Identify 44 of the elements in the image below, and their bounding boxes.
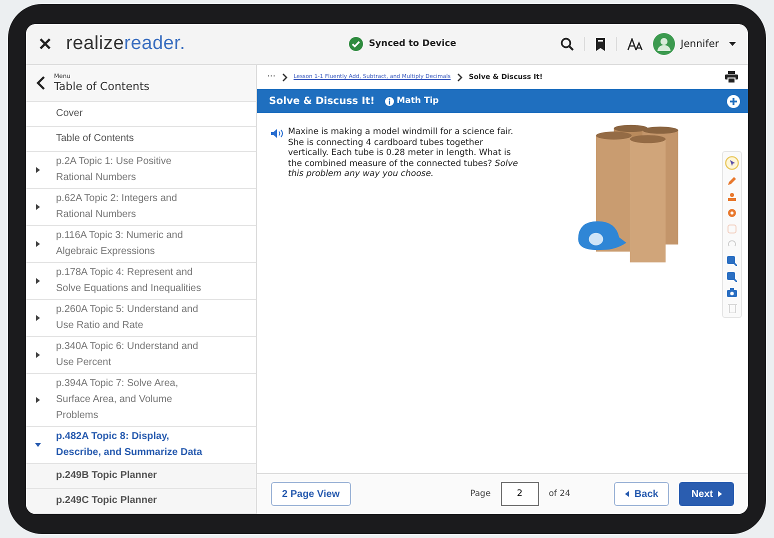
bookmark-icon[interactable] [594, 38, 606, 50]
banner-title: Solve & Discuss It! [269, 96, 375, 106]
expand-arrow-icon[interactable] [35, 397, 41, 403]
user-menu[interactable]: Jennifer [680, 38, 719, 50]
search-icon[interactable] [560, 37, 574, 51]
expand-arrow-icon[interactable] [35, 278, 41, 284]
toc-item[interactable]: p.249C Topic Planner [50, 489, 256, 513]
close-button[interactable]: ✕ [38, 34, 52, 54]
chevron-icon [456, 72, 463, 82]
two-page-view-button[interactable]: 2 Page View [271, 482, 351, 506]
expand-arrow-icon[interactable] [35, 167, 41, 173]
expand-arrow-icon[interactable] [35, 204, 41, 210]
avatar-icon[interactable] [652, 33, 675, 55]
expand-arrow-icon[interactable] [35, 315, 41, 321]
math-tip-button[interactable]: Math Tip [384, 96, 439, 106]
add-icon[interactable] [727, 94, 740, 108]
toc-item[interactable]: p.249B Topic Planner [50, 464, 256, 488]
problem-text: Maxine is making a model windmill for a science fair. She is connecting 4 cardboard tubes together vertically. Each tube is 0.28 meter in length. What is the combined measure of the connected tubes? Solve this problem any way you choose. [288, 127, 520, 180]
chevron-icon [282, 72, 288, 82]
left-arrow-icon [625, 491, 630, 497]
pen-icon[interactable] [727, 176, 737, 186]
page-number-field[interactable]: 2 [500, 482, 539, 506]
page-total: of 24 [548, 489, 570, 499]
speaker-icon[interactable] [271, 129, 284, 138]
stamp-icon[interactable] [727, 192, 737, 202]
caret-icon[interactable] [729, 42, 736, 46]
collapse-arrow-icon[interactable] [35, 442, 41, 448]
camera-icon[interactable] [727, 288, 737, 297]
back-chevron-icon[interactable] [36, 76, 46, 90]
page-label: Page [470, 489, 491, 499]
sidebar-title: Table of Contents [54, 80, 150, 93]
breadcrumb-ellipsis[interactable]: ··· [267, 72, 276, 82]
pointer-icon[interactable] [725, 156, 739, 170]
expand-arrow-icon[interactable] [35, 241, 41, 247]
back-button[interactable]: Back [614, 482, 670, 506]
text-size-icon[interactable] [626, 38, 643, 50]
sync-status: Synced to Device [368, 39, 456, 49]
print-icon[interactable] [725, 71, 738, 83]
app-logo: realizereader. [66, 33, 186, 55]
expand-arrow-icon[interactable] [35, 352, 41, 358]
check-icon [348, 37, 363, 51]
next-button[interactable]: Next [679, 482, 734, 506]
right-arrow-icon [718, 491, 722, 497]
info-icon [384, 96, 394, 106]
